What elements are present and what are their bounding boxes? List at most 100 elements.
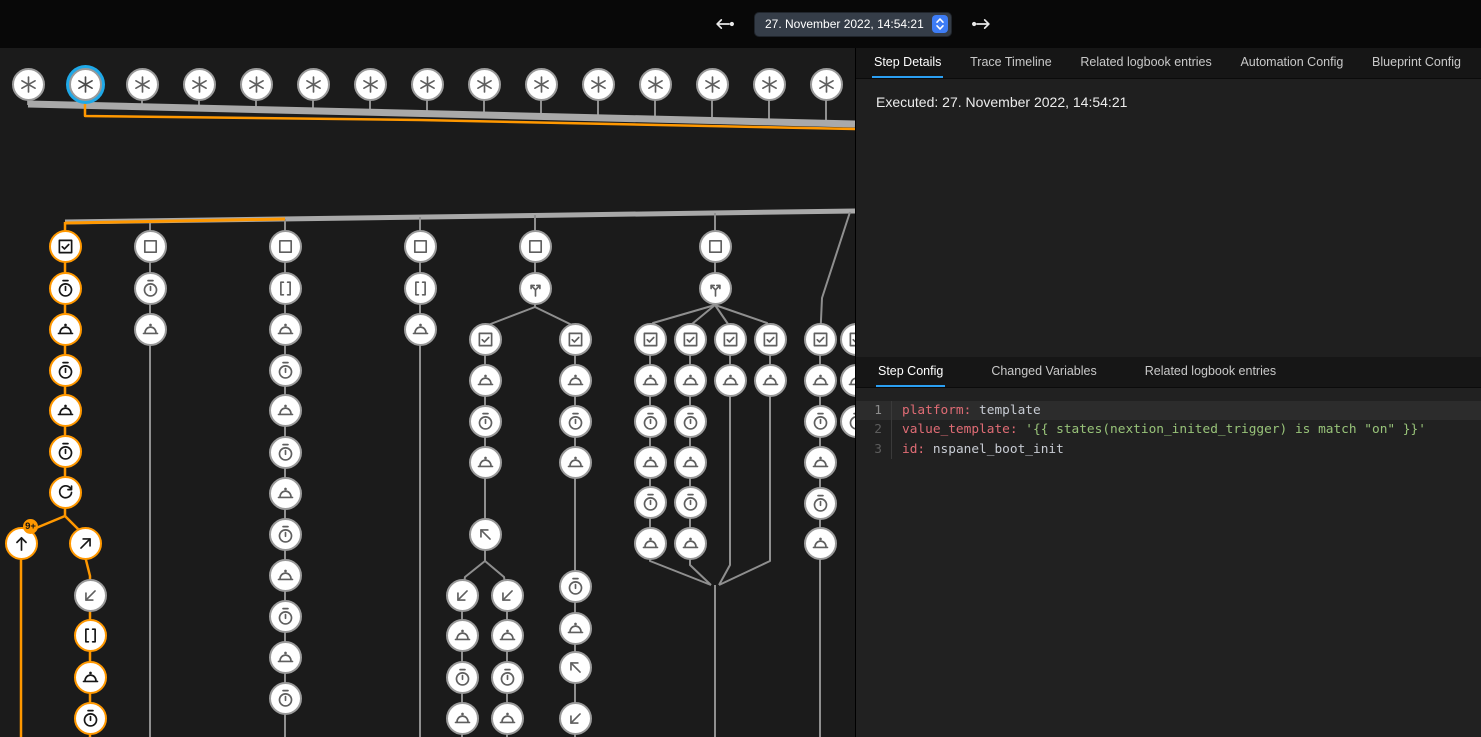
trace-node-service[interactable] <box>559 612 592 645</box>
trace-node-service[interactable] <box>469 446 502 479</box>
trace-node-brackets[interactable] <box>269 272 302 305</box>
trace-node-checkbox-blank[interactable] <box>134 230 167 263</box>
trace-node-arrow-top-left[interactable] <box>559 651 592 684</box>
trace-node-asterisk[interactable] <box>468 68 501 101</box>
tab-related-logbook-entries[interactable]: Related logbook entries <box>1143 357 1278 387</box>
trace-node-service[interactable] <box>674 446 707 479</box>
trace-node-timer[interactable] <box>269 682 302 715</box>
previous-run-button[interactable] <box>712 11 738 37</box>
run-select[interactable]: 27. November 2022, 14:54:21 <box>754 12 952 37</box>
tab-trace-timeline[interactable]: Trace Timeline <box>968 48 1054 78</box>
code-line[interactable]: 2value_template: '{{ states(nextion_init… <box>856 420 1481 439</box>
trace-node-timer[interactable] <box>491 661 524 694</box>
trace-node-asterisk[interactable] <box>297 68 330 101</box>
trace-node-timer[interactable] <box>269 436 302 469</box>
trace-node-service[interactable] <box>469 364 502 397</box>
trace-node-service[interactable] <box>446 702 479 735</box>
trace-node-service[interactable] <box>269 641 302 674</box>
trace-node-asterisk[interactable] <box>582 68 615 101</box>
trace-node-refresh[interactable] <box>49 476 82 509</box>
tab-step-config[interactable]: Step Config <box>876 357 945 387</box>
trace-node-timer[interactable] <box>269 600 302 633</box>
trace-node-timer[interactable] <box>469 405 502 438</box>
trace-node-service[interactable] <box>269 313 302 346</box>
trace-node-timer[interactable] <box>446 661 479 694</box>
trace-node-service[interactable] <box>491 702 524 735</box>
trace-node-asterisk[interactable] <box>12 68 45 101</box>
trace-node-checkbox-marked[interactable] <box>469 323 502 356</box>
trace-node-service[interactable] <box>634 446 667 479</box>
trace-node-checkbox-marked[interactable] <box>49 230 82 263</box>
trace-node-asterisk[interactable] <box>753 68 786 101</box>
trace-node-service[interactable] <box>559 446 592 479</box>
tab-changed-variables[interactable]: Changed Variables <box>989 357 1098 387</box>
code-line[interactable]: 1platform: template <box>856 401 1481 420</box>
trace-node-service[interactable] <box>634 527 667 560</box>
trace-node-service[interactable] <box>134 313 167 346</box>
trace-node-timer[interactable] <box>49 354 82 387</box>
trace-node-service[interactable] <box>804 527 837 560</box>
trace-node-service[interactable] <box>491 619 524 652</box>
tab-automation-config[interactable]: Automation Config <box>1238 48 1345 78</box>
trace-node-brackets[interactable] <box>404 272 437 305</box>
trace-node-timer[interactable] <box>134 272 167 305</box>
trace-node-checkbox-marked[interactable] <box>804 323 837 356</box>
trace-node-asterisk[interactable] <box>69 68 102 101</box>
trace-node-service[interactable] <box>559 364 592 397</box>
trace-node-asterisk[interactable] <box>639 68 672 101</box>
trace-node-asterisk[interactable] <box>240 68 273 101</box>
trace-node-timer[interactable] <box>269 354 302 387</box>
trace-node-arrow-bottom-left[interactable] <box>491 579 524 612</box>
trace-node-asterisk[interactable] <box>810 68 843 101</box>
tab-blueprint-config[interactable]: Blueprint Config <box>1370 48 1463 78</box>
tab-step-details[interactable]: Step Details <box>872 48 943 78</box>
trace-node-checkbox-blank[interactable] <box>699 230 732 263</box>
trace-node-timer[interactable] <box>804 405 837 438</box>
trace-node-service[interactable] <box>269 477 302 510</box>
trace-node-service[interactable] <box>674 364 707 397</box>
trace-node-timer[interactable] <box>49 435 82 468</box>
trace-node-timer[interactable] <box>804 487 837 520</box>
trace-node-checkbox-marked[interactable] <box>674 323 707 356</box>
trace-node-service[interactable] <box>754 364 787 397</box>
trace-node-checkbox-marked[interactable] <box>559 323 592 356</box>
trace-node-brackets[interactable] <box>74 619 107 652</box>
trace-node-service[interactable] <box>714 364 747 397</box>
trace-node-service[interactable] <box>446 619 479 652</box>
trace-node-service[interactable] <box>634 364 667 397</box>
trace-node-checkbox-blank[interactable] <box>404 230 437 263</box>
trace-node-asterisk[interactable] <box>411 68 444 101</box>
trace-node-arrow-bottom-left[interactable] <box>446 579 479 612</box>
trace-node-checkbox-blank[interactable] <box>519 230 552 263</box>
trace-node-arrow-top-right[interactable] <box>69 527 102 560</box>
code-line[interactable]: 3id: nspanel_boot_init <box>856 440 1481 459</box>
trace-node-service[interactable] <box>74 661 107 694</box>
trace-node-asterisk[interactable] <box>183 68 216 101</box>
trace-node-timer[interactable] <box>634 405 667 438</box>
trace-node-checkbox-marked[interactable] <box>634 323 667 356</box>
trace-node-arrow-bottom-left[interactable] <box>559 702 592 735</box>
trace-node-timer[interactable] <box>74 702 107 735</box>
trace-node-checkbox-blank[interactable] <box>269 230 302 263</box>
trace-node-checkbox-marked[interactable] <box>714 323 747 356</box>
trace-node-asterisk[interactable] <box>354 68 387 101</box>
trace-node-timer[interactable] <box>674 486 707 519</box>
trace-node-arrow-top-left[interactable] <box>469 518 502 551</box>
trace-node-checkbox-marked[interactable] <box>754 323 787 356</box>
trace-node-timer[interactable] <box>49 272 82 305</box>
trace-node-split[interactable] <box>519 272 552 305</box>
trace-node-timer[interactable] <box>269 518 302 551</box>
trace-node-service[interactable] <box>49 394 82 427</box>
trace-node-service[interactable] <box>804 446 837 479</box>
trace-node-service[interactable] <box>269 559 302 592</box>
trace-node-service[interactable] <box>404 313 437 346</box>
trace-node-asterisk[interactable] <box>525 68 558 101</box>
trace-node-asterisk[interactable] <box>696 68 729 101</box>
step-config-editor[interactable]: 1platform: template2value_template: '{{ … <box>856 388 1481 737</box>
trace-node-service[interactable] <box>269 394 302 427</box>
trace-node-service[interactable] <box>49 313 82 346</box>
trace-node-split[interactable] <box>699 272 732 305</box>
trace-node-service[interactable] <box>674 527 707 560</box>
tab-related-logbook-entries[interactable]: Related logbook entries <box>1078 48 1213 78</box>
trace-node-timer[interactable] <box>674 405 707 438</box>
